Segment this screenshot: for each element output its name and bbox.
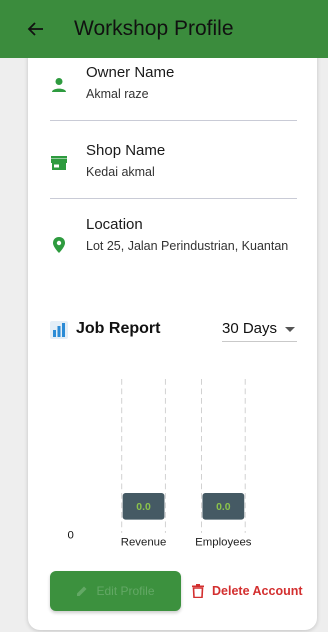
- edit-profile-button[interactable]: Edit Profile: [50, 571, 181, 611]
- edit-profile-label: Edit Profile: [96, 584, 155, 598]
- page-title: Workshop Profile: [74, 17, 234, 40]
- owner-label: Owner Name: [86, 64, 175, 81]
- category-label: Employees: [195, 536, 252, 548]
- report-header: Job Report 30 Days: [50, 316, 297, 346]
- chevron-down-icon: [285, 327, 295, 332]
- report-title: Job Report: [76, 320, 161, 337]
- app-bar: Workshop Profile: [0, 0, 328, 58]
- owner-row: Owner Name Akmal raze: [28, 62, 317, 112]
- shop-label: Shop Name: [86, 142, 166, 159]
- pencil-icon: [77, 586, 87, 596]
- shop-value: Kedai akmal: [86, 165, 155, 179]
- y-tick-label: 0: [68, 530, 74, 542]
- arrow-back-icon[interactable]: [24, 17, 48, 41]
- range-value: 30 Days: [222, 320, 278, 337]
- profile-card: Owner Name Akmal raze Shop Name Kedai ak…: [28, 40, 317, 630]
- location-label: Location: [86, 216, 143, 233]
- divider: [50, 120, 297, 121]
- shop-row: Shop Name Kedai akmal: [28, 140, 317, 190]
- owner-value: Akmal raze: [86, 87, 149, 101]
- divider: [50, 198, 297, 199]
- data-label: 0.0: [136, 502, 151, 513]
- trash-icon: [192, 584, 204, 598]
- location-pin-icon: [53, 237, 65, 253]
- delete-account-label: Delete Account: [212, 584, 303, 598]
- store-icon: [51, 156, 67, 170]
- range-dropdown[interactable]: 30 Days: [222, 316, 297, 342]
- bar-chart-icon: [50, 321, 68, 339]
- category-label: Revenue: [121, 536, 167, 548]
- person-icon: [52, 78, 66, 92]
- location-row: Location Lot 25, Jalan Perindustrian, Ku…: [28, 216, 317, 286]
- location-value: Lot 25, Jalan Perindustrian, Kuantan: [86, 239, 289, 253]
- job-report-chart: 0 0.0 Revenue 0.0 Employees: [68, 379, 252, 548]
- delete-account-button[interactable]: Delete Account: [192, 580, 303, 602]
- data-label: 0.0: [216, 502, 231, 513]
